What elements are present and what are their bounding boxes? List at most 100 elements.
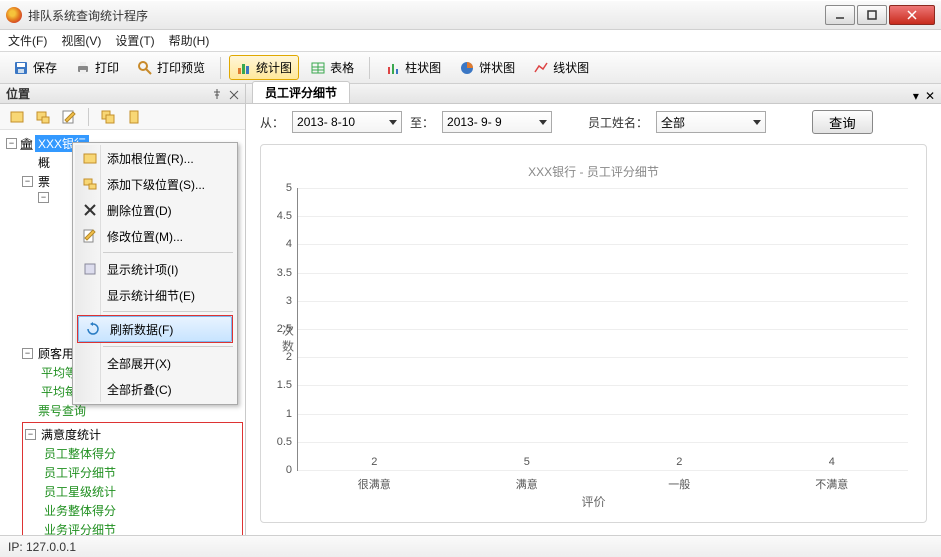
- ctx-show-items[interactable]: 显示统计项(I): [75, 256, 235, 282]
- pie-chart-button[interactable]: 饼状图: [452, 55, 522, 80]
- tree-item[interactable]: 业务评分细节: [41, 520, 240, 535]
- stats-icon: [81, 260, 99, 278]
- menu-view[interactable]: 视图(V): [61, 32, 101, 49]
- main-area: 位置 −🏛XXX银行 概 −票 − −顾客用时统计 平均等候时间统计 平均每次办…: [0, 84, 941, 535]
- line-chart-label: 线状图: [553, 59, 589, 76]
- menu-settings[interactable]: 设置(T): [115, 32, 154, 49]
- table-icon: [310, 60, 326, 76]
- pane-close-icon[interactable]: [229, 89, 239, 99]
- tab-bar: 员工评分细节 ▾ ✕: [246, 84, 941, 104]
- ctx-add-child[interactable]: 添加下级位置(S)...: [75, 171, 235, 197]
- details-icon: [81, 286, 99, 304]
- edit-btn[interactable]: [58, 106, 80, 128]
- delete-icon: [81, 201, 99, 219]
- stat-chart-button[interactable]: 统计图: [229, 55, 299, 80]
- window-titlebar: 排队系统查询统计程序: [0, 0, 941, 30]
- employee-select[interactable]: 全部: [656, 111, 766, 133]
- date-from-picker[interactable]: 2013- 8-10: [292, 111, 402, 133]
- tree-item[interactable]: 员工星级统计: [41, 482, 240, 501]
- add-child-btn[interactable]: [32, 106, 54, 128]
- ctx-expand-all[interactable]: 全部展开(X): [75, 350, 235, 376]
- save-label: 保存: [33, 59, 57, 76]
- status-ip: IP: 127.0.0.1: [8, 540, 76, 554]
- ctx-show-details[interactable]: 显示统计细节(E): [75, 282, 235, 308]
- dropdown-icon: [753, 120, 761, 125]
- tab-employee-score-detail[interactable]: 员工评分细节: [252, 81, 350, 103]
- line-chart-button[interactable]: 线状图: [526, 55, 596, 80]
- preview-label: 打印预览: [157, 59, 205, 76]
- folder-tree-icon: [81, 175, 99, 193]
- ctx-collapse-all[interactable]: 全部折叠(C): [75, 376, 235, 402]
- magnifier-icon: [137, 60, 153, 76]
- ctx-refresh[interactable]: 刷新数据(F): [78, 316, 232, 342]
- tree-item[interactable]: −满意度统计: [25, 425, 240, 444]
- location-tree: −🏛XXX银行 概 −票 − −顾客用时统计 平均等候时间统计 平均每次办理总用…: [0, 130, 245, 535]
- collapse-icon[interactable]: −: [22, 176, 33, 187]
- collapse-icon[interactable]: −: [25, 429, 36, 440]
- bar-chart-icon: [385, 60, 401, 76]
- tree-item[interactable]: 员工整体得分: [41, 444, 240, 463]
- employee-label: 员工姓名：: [588, 114, 648, 131]
- tree-item[interactable]: 员工评分细节: [41, 463, 240, 482]
- folder-icon: [81, 149, 99, 167]
- chart-x-label: 评价: [279, 493, 908, 510]
- app-icon: [6, 7, 22, 23]
- tab-dropdown-icon[interactable]: ▾: [913, 89, 919, 103]
- collapse-icon[interactable]: −: [22, 348, 33, 359]
- refresh-icon: [84, 320, 102, 338]
- tree-item[interactable]: 业务整体得分: [41, 501, 240, 520]
- main-toolbar: 保存 打印 打印预览 统计图 表格 柱状图 饼状图 线状图: [0, 52, 941, 84]
- bar-chart-label: 柱状图: [405, 59, 441, 76]
- collapse-icon[interactable]: −: [6, 138, 17, 149]
- dropdown-icon: [539, 120, 547, 125]
- location-pane-header: 位置: [0, 84, 245, 104]
- pie-chart-label: 饼状图: [479, 59, 515, 76]
- to-label: 至：: [410, 114, 434, 131]
- satisfaction-group-highlight: −满意度统计 员工整体得分 员工评分细节 员工星级统计 业务整体得分 业务评分细…: [22, 422, 243, 535]
- print-label: 打印: [95, 59, 119, 76]
- menu-bar: 文件(F) 视图(V) 设置(T) 帮助(H): [0, 30, 941, 52]
- chart-plot: 00.511.522.533.544.552很满意5满意2一般4不满意: [297, 188, 908, 471]
- print-button[interactable]: 打印: [68, 55, 126, 80]
- pin-icon[interactable]: [211, 88, 223, 100]
- tab-close-icon[interactable]: ✕: [925, 89, 935, 103]
- save-button[interactable]: 保存: [6, 55, 64, 80]
- close-button[interactable]: [889, 5, 935, 25]
- bar-chart-icon: [236, 60, 252, 76]
- date-to-picker[interactable]: 2013- 9- 9: [442, 111, 552, 133]
- pane-toolbar-sep: [88, 108, 89, 126]
- bank-icon: 🏛: [19, 137, 33, 151]
- bar-chart-button[interactable]: 柱状图: [378, 55, 448, 80]
- edit-icon: [81, 227, 99, 245]
- ctx-sep: [103, 252, 233, 253]
- collapse-icon[interactable]: −: [38, 192, 49, 203]
- location-pane: 位置 −🏛XXX银行 概 −票 − −顾客用时统计 平均等候时间统计 平均每次办…: [0, 84, 246, 535]
- copy-btn[interactable]: [97, 106, 119, 128]
- ctx-refresh-highlight: 刷新数据(F): [77, 315, 233, 343]
- preview-button[interactable]: 打印预览: [130, 55, 212, 80]
- maximize-button[interactable]: [857, 5, 887, 25]
- ctx-delete[interactable]: 删除位置(D): [75, 197, 235, 223]
- content-pane: 员工评分细节 ▾ ✕ 从： 2013- 8-10 至： 2013- 9- 9 员…: [246, 84, 941, 535]
- tree-context-menu: 添加根位置(R)... 添加下级位置(S)... 删除位置(D) 修改位置(M)…: [72, 142, 238, 405]
- table-button[interactable]: 表格: [303, 55, 361, 80]
- minimize-button[interactable]: [825, 5, 855, 25]
- table-label: 表格: [330, 59, 354, 76]
- add-root-btn[interactable]: [6, 106, 28, 128]
- paste-btn[interactable]: [123, 106, 145, 128]
- from-label: 从：: [260, 114, 284, 131]
- window-title: 排队系统查询统计程序: [28, 7, 823, 24]
- line-chart-icon: [533, 60, 549, 76]
- ctx-modify[interactable]: 修改位置(M)...: [75, 223, 235, 249]
- menu-help[interactable]: 帮助(H): [169, 32, 210, 49]
- status-bar: IP: 127.0.0.1: [0, 535, 941, 557]
- ctx-sep: [103, 311, 233, 312]
- pie-chart-icon: [459, 60, 475, 76]
- ctx-add-root[interactable]: 添加根位置(R)...: [75, 145, 235, 171]
- location-pane-toolbar: [0, 104, 245, 130]
- dropdown-icon: [389, 120, 397, 125]
- ctx-sep: [103, 346, 233, 347]
- query-button[interactable]: 查询: [812, 110, 873, 134]
- printer-icon: [75, 60, 91, 76]
- menu-file[interactable]: 文件(F): [8, 32, 47, 49]
